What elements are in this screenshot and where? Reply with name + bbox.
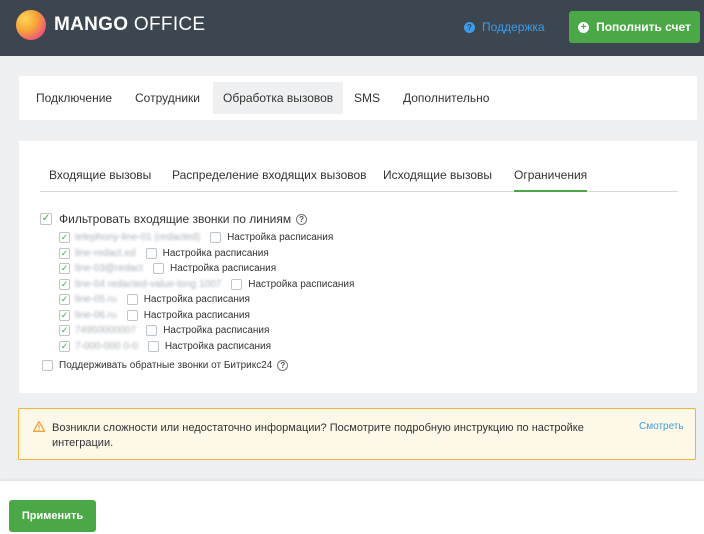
schedule-label: Настройка расписания (143, 294, 250, 306)
support-link[interactable]: ? Поддержка (464, 20, 545, 34)
sub-tabs: Входящие вызовы Распределение входящих в… (40, 156, 678, 192)
lines-list: ✓ telephony-line-01 (redacted) Настройка… (59, 230, 354, 354)
subtab-restrictions[interactable]: Ограничения (514, 168, 588, 192)
restrictions-panel: Входящие вызовы Распределение входящих в… (19, 141, 697, 393)
logo-text-bold: MANGO (54, 14, 129, 35)
schedule-checkbox[interactable] (210, 232, 222, 244)
filter-by-lines-label: Фильтровать входящие звонки по линиям (59, 212, 292, 226)
topup-button[interactable]: + Пополнить счет (569, 11, 700, 43)
schedule-checkbox[interactable] (145, 247, 157, 259)
alert-view-link[interactable]: Смотреть (639, 421, 684, 432)
tab-employees[interactable]: Сотрудники (125, 82, 210, 114)
logo-text-light: OFFICE (133, 14, 206, 35)
line-checkbox[interactable]: ✓ (59, 278, 70, 290)
main-tabs: Подключение Сотрудники Обработка вызовов… (19, 76, 697, 120)
line-checkbox[interactable]: ✓ (59, 232, 70, 244)
line-item: ✓ line-redact.ed Настройка расписания (59, 246, 354, 262)
filter-by-lines-row: ✓ Фильтровать входящие звонки по линиям … (40, 212, 308, 226)
schedule-checkbox[interactable] (126, 294, 138, 306)
line-item: ✓ line-06.ru Настройка расписания (59, 308, 354, 324)
help-icon[interactable]: ? (277, 360, 289, 371)
line-item: ✓ 7-000-000 0-0 Настройка расписания (59, 339, 354, 355)
schedule-checkbox[interactable] (146, 325, 158, 337)
filter-by-lines-checkbox[interactable]: ✓ (40, 213, 52, 225)
warning-icon (33, 421, 45, 432)
tab-additional[interactable]: Дополнительно (393, 82, 499, 114)
plus-circle-icon: + (578, 21, 590, 33)
mango-office-logo[interactable]: MANGO OFFICE (16, 10, 205, 40)
schedule-checkbox[interactable] (231, 278, 243, 290)
schedule-setting[interactable]: Настройка расписания (126, 294, 250, 306)
support-label: Поддержка (482, 20, 545, 34)
line-name: 7-000-000 0-0 (75, 340, 138, 352)
tab-call-processing[interactable]: Обработка вызовов (213, 82, 344, 114)
tab-sms[interactable]: SMS (344, 82, 390, 114)
logo-text: MANGO OFFICE (54, 14, 205, 36)
alert-message: Возникли сложности или недостаточно инфо… (52, 422, 584, 449)
subtab-outgoing-calls[interactable]: Исходящие вызовы (383, 168, 492, 182)
schedule-label: Настройка расписания (169, 263, 277, 275)
line-name: line-03@redact (75, 263, 143, 275)
line-checkbox[interactable]: ✓ (59, 340, 70, 352)
schedule-setting[interactable]: Настройка расписания (146, 325, 270, 337)
schedule-label: Настройка расписания (164, 340, 272, 352)
schedule-checkbox[interactable] (152, 263, 164, 275)
line-checkbox[interactable]: ✓ (59, 263, 70, 275)
line-item: ✓ telephony-line-01 (redacted) Настройка… (59, 230, 354, 246)
help-icon[interactable]: ? (296, 213, 308, 225)
schedule-label: Настройка расписания (143, 309, 250, 321)
apply-button[interactable]: Применить (9, 500, 96, 532)
line-name: line-04 redacted-value-long 1007 (75, 278, 222, 290)
info-alert: Возникли сложности или недостаточно инфо… (18, 408, 696, 460)
footer-bar: Применить (0, 481, 704, 534)
question-circle-icon: ? (464, 21, 475, 33)
line-name: line-06.ru (75, 309, 117, 321)
tab-connection[interactable]: Подключение (26, 82, 122, 114)
logo-mark-icon (16, 10, 46, 40)
schedule-setting[interactable]: Настройка расписания (231, 278, 355, 290)
schedule-checkbox[interactable] (126, 309, 138, 321)
line-item: ✓ line-04 redacted-value-long 1007 Настр… (59, 277, 354, 293)
subtab-incoming-distribution[interactable]: Распределение входящих вызовов (172, 168, 367, 182)
line-checkbox[interactable]: ✓ (59, 325, 70, 337)
line-item: ✓ 74950000007 Настройка расписания (59, 323, 354, 339)
schedule-checkbox[interactable] (147, 340, 159, 352)
line-name: telephony-line-01 (redacted) (75, 232, 201, 244)
bitrix-callback-checkbox[interactable] (42, 360, 53, 371)
schedule-setting[interactable]: Настройка расписания (210, 232, 334, 244)
line-checkbox[interactable]: ✓ (59, 309, 70, 321)
schedule-label: Настройка расписания (248, 278, 355, 290)
topup-label: Пополнить счет (596, 20, 691, 34)
subtab-incoming-calls[interactable]: Входящие вызовы (49, 168, 151, 182)
line-name: line-redact.ed (75, 247, 136, 259)
schedule-label: Настройка расписания (162, 247, 269, 259)
schedule-setting[interactable]: Настройка расписания (145, 247, 269, 259)
line-checkbox[interactable]: ✓ (59, 294, 70, 306)
schedule-setting[interactable]: Настройка расписания (147, 340, 272, 352)
bitrix-callback-row: Поддерживать обратные звонки от Битрикс2… (42, 360, 289, 371)
line-item: ✓ line-03@redact Настройка расписания (59, 261, 354, 277)
schedule-label: Настройка расписания (227, 232, 334, 244)
schedule-setting[interactable]: Настройка расписания (152, 263, 277, 275)
line-name: 74950000007 (75, 325, 137, 337)
schedule-label: Настройка расписания (163, 325, 270, 337)
bitrix-callback-label: Поддерживать обратные звонки от Битрикс2… (59, 360, 273, 371)
line-name: line-05.ru (75, 294, 117, 306)
schedule-setting[interactable]: Настройка расписания (126, 309, 250, 321)
top-bar: MANGO OFFICE ? Поддержка + Пополнить сче… (0, 0, 704, 56)
line-checkbox[interactable]: ✓ (59, 247, 70, 259)
line-item: ✓ line-05.ru Настройка расписания (59, 292, 354, 308)
